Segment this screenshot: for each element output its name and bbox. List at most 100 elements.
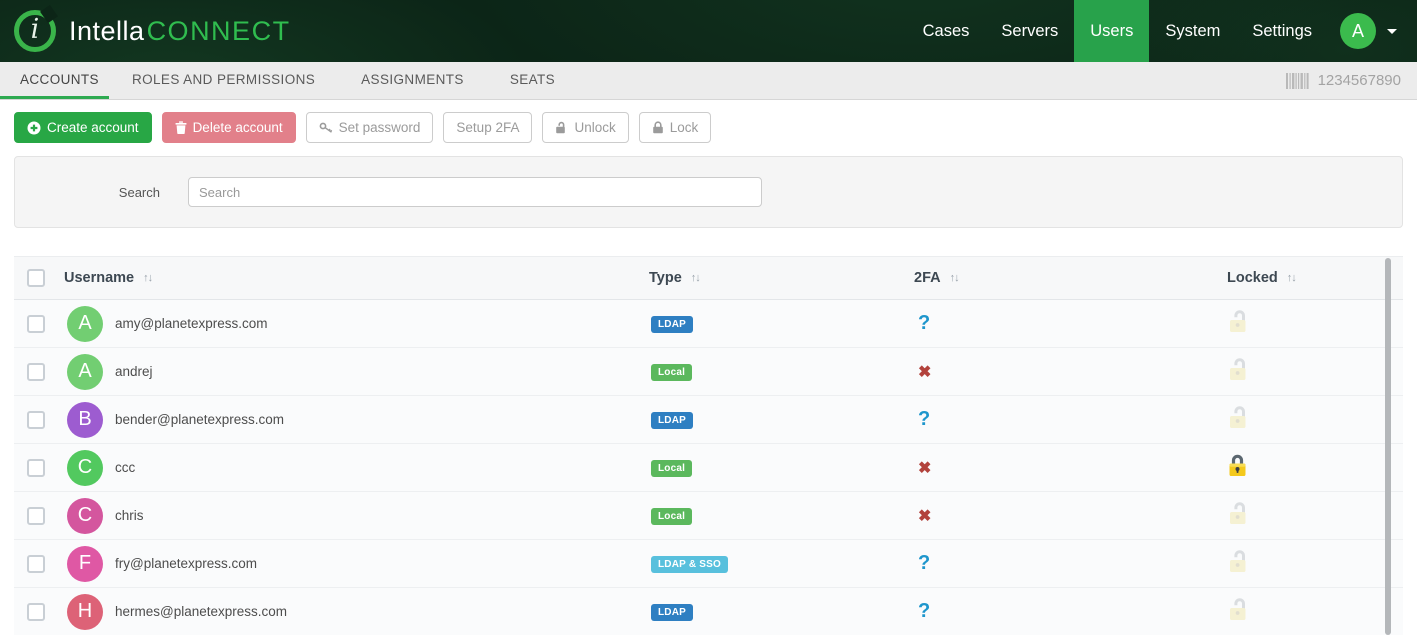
vertical-scrollbar[interactable]	[1385, 258, 1391, 635]
accounts-table: Username ↑↓ Type ↑↓ 2FA ↑↓ Locked ↑↓ A a…	[14, 256, 1403, 635]
column-header-2fa[interactable]: 2FA ↑↓	[914, 270, 1227, 286]
search-panel: Search	[14, 156, 1403, 228]
create-account-button[interactable]: Create account	[14, 112, 152, 143]
row-username: fry@planetexpress.com	[115, 556, 257, 571]
twofa-status: ✖	[918, 364, 931, 381]
twofa-status: ?	[918, 312, 930, 334]
column-header-username[interactable]: Username ↑↓	[64, 270, 649, 286]
twofa-status: ?	[918, 600, 930, 622]
user-menu[interactable]: A	[1328, 0, 1417, 62]
row-username: chris	[115, 508, 144, 523]
page: i IntellaCONNECT Cases Servers Users Sys…	[0, 0, 1417, 635]
lock-status	[1227, 452, 1403, 483]
lock-status	[1227, 308, 1403, 339]
lock-status	[1227, 500, 1403, 531]
select-all-checkbox[interactable]	[27, 269, 45, 287]
row-avatar: B	[67, 402, 103, 438]
app-header: i IntellaCONNECT Cases Servers Users Sys…	[0, 0, 1417, 62]
row-username: bender@planetexpress.com	[115, 412, 284, 427]
lock-status	[1227, 596, 1403, 627]
app-logo[interactable]: i IntellaCONNECT	[14, 10, 291, 52]
column-header-locked[interactable]: Locked ↑↓	[1227, 270, 1403, 286]
unlocked-icon	[1227, 356, 1249, 382]
table-row[interactable]: A andrej Local ✖	[14, 348, 1403, 396]
row-username: andrej	[115, 364, 153, 379]
row-checkbox[interactable]	[27, 363, 45, 381]
row-avatar: A	[67, 354, 103, 390]
twofa-status: ?	[918, 552, 930, 574]
row-avatar: F	[67, 546, 103, 582]
section-tabs: ACCOUNTS ROLES AND PERMISSIONS ASSIGNMEN…	[0, 62, 1417, 100]
delete-account-button[interactable]: Delete account	[162, 112, 296, 143]
row-username: amy@planetexpress.com	[115, 316, 268, 331]
tab-accounts[interactable]: ACCOUNTS	[0, 62, 109, 99]
lock-button[interactable]: Lock	[639, 112, 712, 143]
twofa-status: ?	[918, 408, 930, 430]
brand-name: IntellaCONNECT	[69, 16, 291, 47]
lock-icon	[652, 121, 664, 134]
sort-icon: ↑↓	[143, 272, 152, 284]
table-row[interactable]: C chris Local ✖	[14, 492, 1403, 540]
lock-status	[1227, 404, 1403, 435]
license-number: 1234567890	[1318, 72, 1401, 89]
row-avatar: C	[67, 498, 103, 534]
user-avatar: A	[1340, 13, 1376, 49]
row-checkbox[interactable]	[27, 459, 45, 477]
trash-icon	[175, 121, 187, 134]
unlocked-icon	[1227, 596, 1249, 622]
row-checkbox[interactable]	[27, 507, 45, 525]
tab-roles-and-permissions[interactable]: ROLES AND PERMISSIONS	[109, 62, 338, 99]
sort-icon: ↑↓	[691, 272, 700, 284]
twofa-status: ✖	[918, 460, 931, 477]
tab-assignments[interactable]: ASSIGNMENTS	[338, 62, 487, 99]
table-row[interactable]: A amy@planetexpress.com LDAP ?	[14, 300, 1403, 348]
row-checkbox[interactable]	[27, 555, 45, 573]
unlocked-icon	[1227, 500, 1249, 526]
search-label: Search	[15, 185, 160, 200]
row-checkbox[interactable]	[27, 411, 45, 429]
column-header-type[interactable]: Type ↑↓	[649, 270, 914, 286]
license-info: 1234567890	[1286, 62, 1417, 99]
lock-status	[1227, 356, 1403, 387]
type-badge: LDAP	[651, 604, 693, 621]
search-input[interactable]	[188, 177, 762, 207]
row-username: ccc	[115, 460, 135, 475]
sort-icon: ↑↓	[950, 272, 959, 284]
row-avatar: H	[67, 594, 103, 630]
unlocked-icon	[1227, 308, 1249, 334]
row-checkbox[interactable]	[27, 603, 45, 621]
key-icon	[319, 121, 333, 134]
type-badge: LDAP	[651, 412, 693, 429]
plus-circle-icon	[27, 121, 41, 135]
unlock-button[interactable]: Unlock	[542, 112, 628, 143]
setup-2fa-button[interactable]: Setup 2FA	[443, 112, 532, 143]
set-password-button[interactable]: Set password	[306, 112, 434, 143]
row-checkbox[interactable]	[27, 315, 45, 333]
nav-settings[interactable]: Settings	[1236, 0, 1328, 62]
row-username: hermes@planetexpress.com	[115, 604, 287, 619]
table-row[interactable]: H hermes@planetexpress.com LDAP ?	[14, 588, 1403, 635]
type-badge: Local	[651, 508, 692, 525]
chevron-down-icon	[1387, 29, 1397, 34]
type-badge: LDAP & SSO	[651, 556, 728, 573]
type-badge: Local	[651, 460, 692, 477]
nav-system[interactable]: System	[1149, 0, 1236, 62]
sort-icon: ↑↓	[1287, 272, 1296, 284]
table-header: Username ↑↓ Type ↑↓ 2FA ↑↓ Locked ↑↓	[14, 256, 1403, 300]
type-badge: LDAP	[651, 316, 693, 333]
lock-status	[1227, 548, 1403, 579]
tab-seats[interactable]: SEATS	[487, 62, 578, 99]
account-toolbar: Create account Delete account Set passwo…	[14, 112, 1417, 143]
table-row[interactable]: F fry@planetexpress.com LDAP & SSO ?	[14, 540, 1403, 588]
nav-cases[interactable]: Cases	[907, 0, 986, 62]
unlocked-icon	[1227, 404, 1249, 430]
row-avatar: C	[67, 450, 103, 486]
table-row[interactable]: B bender@planetexpress.com LDAP ?	[14, 396, 1403, 444]
main-nav: Cases Servers Users System Settings A	[907, 0, 1417, 62]
intella-logo-icon: i	[14, 10, 56, 52]
nav-users[interactable]: Users	[1074, 0, 1149, 62]
twofa-status: ✖	[918, 508, 931, 525]
nav-servers[interactable]: Servers	[985, 0, 1074, 62]
unlocked-icon	[1227, 548, 1249, 574]
table-row[interactable]: C ccc Local ✖	[14, 444, 1403, 492]
